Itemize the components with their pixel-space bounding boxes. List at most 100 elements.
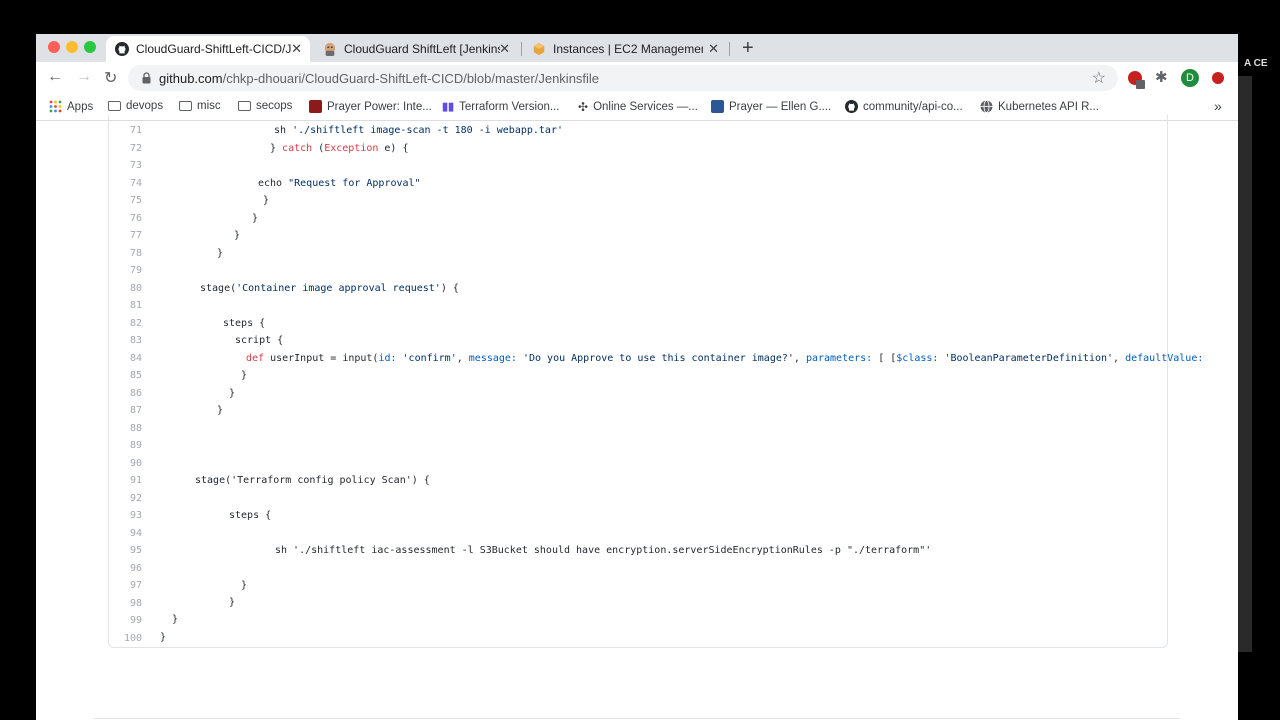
code-token: , — [1113, 352, 1126, 364]
star-icon[interactable]: ☆ — [1092, 68, 1106, 88]
line-number: 80 — [129, 282, 142, 294]
line-number: 87 — [129, 405, 142, 416]
bookmark-label: Kubernetes API R... — [998, 100, 1100, 113]
github-icon — [845, 100, 858, 113]
bookmark-label: Prayer — Ellen G.... — [729, 100, 832, 113]
code-keyword: Exception — [324, 142, 379, 154]
site-icon: ✣ — [578, 100, 589, 114]
callout-bracket-top — [448, 203, 510, 205]
code-line: } catch (Exception e) { — [270, 143, 409, 154]
folder-icon — [108, 101, 121, 111]
bookmark-online-services[interactable]: ✣ Online Services —... — [578, 100, 698, 114]
line-number: 95 — [129, 545, 142, 556]
code-token: ) { — [440, 282, 459, 294]
close-window-button[interactable] — [48, 41, 60, 53]
tab-cloudguard-github[interactable]: CloudGuard-ShiftLeft-CICD/Je ✕ — [106, 36, 310, 62]
folder-icon — [179, 101, 192, 111]
callout-bracket-bottom — [1108, 343, 1164, 345]
line-number: 74 — [129, 177, 142, 189]
line-number: 81 — [129, 300, 142, 311]
bookmark-secops[interactable]: secops — [238, 100, 292, 112]
code-line: stage('Terraform config policy Scan') { — [195, 475, 430, 486]
code-line: } — [217, 247, 224, 259]
bookmark-prayer-ellen[interactable]: Prayer — Ellen G.... — [711, 100, 831, 113]
code-line: } — [252, 212, 259, 224]
tab-strip: CloudGuard-ShiftLeft-CICD/Je ✕ CloudGuar… — [36, 34, 1238, 62]
terraform-icon: ▮▮ — [442, 101, 455, 113]
callout-bracket-left — [448, 203, 450, 255]
background-app-text: A CE — [1244, 58, 1268, 69]
bookmarks-overflow-button[interactable]: » — [1214, 98, 1222, 114]
profile-avatar[interactable]: D — [1181, 69, 1199, 87]
reload-button[interactable]: ↻ — [104, 68, 117, 88]
line-number: 83 — [129, 335, 142, 346]
bookmark-misc[interactable]: misc — [179, 100, 221, 112]
bookmark-label: Apps — [67, 100, 94, 113]
code-string: './shiftleft image-scan -t 180 -i webapp… — [292, 125, 563, 136]
tab-jenkins[interactable]: CloudGuard ShiftLeft [Jenkins] ✕ — [314, 36, 518, 62]
code-line: steps { — [223, 317, 266, 329]
bookmark-label: devops — [126, 100, 164, 112]
site-icon — [711, 100, 724, 113]
code-line: } — [172, 614, 179, 625]
aws-icon — [533, 42, 545, 56]
new-tab-button[interactable]: + — [742, 37, 754, 60]
code-token: } — [270, 142, 283, 154]
bookmark-kubernetes[interactable]: Kubernetes API R... — [980, 100, 1099, 113]
code-token: stage( — [200, 282, 237, 294]
jenkins-icon — [324, 42, 336, 56]
code-line: } — [241, 370, 248, 381]
line-number: 85 — [129, 370, 142, 381]
tab-ec2[interactable]: Instances | EC2 Management C ✕ — [523, 36, 727, 62]
profile-initial: D — [1186, 72, 1194, 84]
code-string: "Request for Approval" — [288, 177, 421, 189]
line-number: 88 — [129, 422, 142, 434]
bookmark-terraform[interactable]: ▮▮ Terraform Version... — [442, 100, 560, 114]
code-token: , — [793, 352, 806, 364]
update-icon[interactable] — [1212, 72, 1224, 84]
line-number: 84 — [129, 352, 142, 364]
toolbar: ← → ↻ github.com/chkp-dhouari/CloudGuard… — [36, 62, 1238, 94]
close-tab-icon[interactable]: ✕ — [291, 41, 302, 57]
back-button[interactable]: ← — [47, 68, 63, 86]
line-number: 93 — [129, 510, 142, 521]
code-token: e) { — [378, 142, 409, 154]
line-number: 71 — [129, 125, 142, 136]
address-bar[interactable]: github.com/chkp-dhouari/CloudGuard-Shift… — [128, 65, 1118, 91]
line-number: 73 — [129, 160, 142, 171]
code-token: echo — [258, 177, 289, 189]
bookmark-label: Terraform Version... — [459, 100, 560, 113]
line-number: 77 — [129, 230, 142, 241]
line-number: 79 — [129, 265, 142, 276]
code-param: parameters: — [805, 352, 873, 364]
code-line: steps { — [229, 510, 272, 521]
bookmark-apps[interactable]: Apps — [49, 100, 93, 113]
overlay-title: shiftleft iac-assessment — [460, 212, 1129, 279]
code-string: 'BooleanParameterDefinition' — [938, 352, 1114, 364]
code-line: script { — [235, 335, 284, 346]
code-line: } — [217, 405, 224, 416]
extensions-puzzle-icon[interactable]: ✱ — [1155, 68, 1168, 86]
code-line: } — [229, 597, 236, 608]
code-string: 'confirm' — [396, 352, 457, 364]
code-token: [ [ — [872, 352, 897, 364]
forward-button[interactable]: → — [76, 68, 92, 86]
tab-separator — [729, 42, 730, 56]
bookmark-community-api[interactable]: community/api-co... — [845, 100, 963, 113]
close-tab-icon[interactable]: ✕ — [499, 41, 510, 57]
code-param: defaultValue: — [1125, 352, 1204, 364]
line-number: 90 — [129, 457, 142, 469]
bookmark-devops[interactable]: devops — [108, 100, 163, 112]
code-line: } — [234, 230, 241, 241]
close-tab-icon[interactable]: ✕ — [708, 41, 719, 57]
line-number: 97 — [129, 580, 142, 591]
url-text: github.com/chkp-dhouari/CloudGuard-Shift… — [159, 71, 599, 86]
code-keyword: catch — [282, 142, 313, 154]
minimize-window-button[interactable] — [66, 41, 78, 53]
line-number: 91 — [129, 475, 142, 486]
bookmark-prayer-power[interactable]: Prayer Power: Inte... — [309, 100, 432, 113]
bookmark-label: secops — [256, 100, 293, 112]
zoom-window-button[interactable] — [84, 41, 96, 53]
globe-icon — [980, 100, 993, 113]
line-number: 82 — [129, 317, 142, 329]
